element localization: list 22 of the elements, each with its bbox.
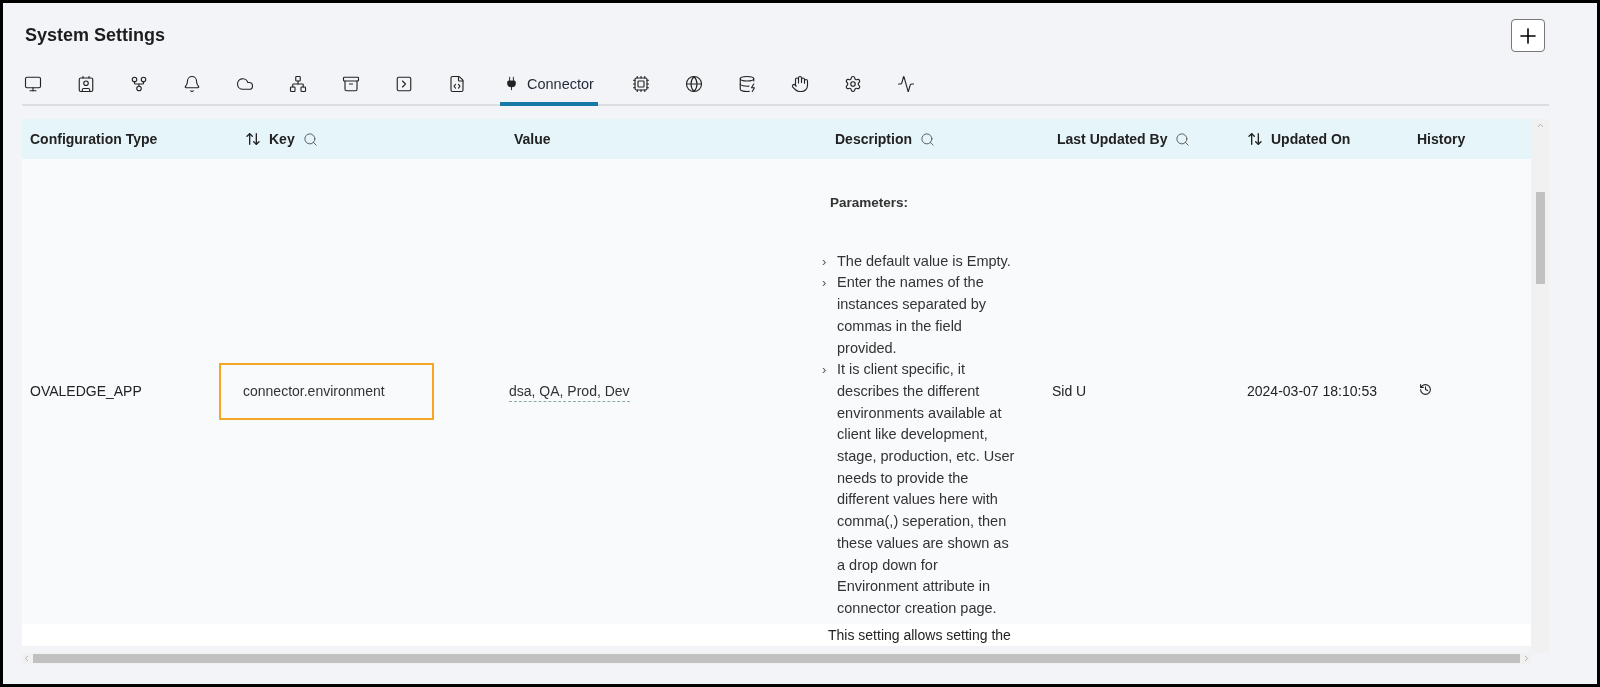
table-cell-text: 2024-03-07 18:10:53 bbox=[1246, 383, 1378, 400]
column-header: History bbox=[1417, 131, 1466, 147]
list-marker: › bbox=[822, 274, 828, 293]
column-header: Configuration Type bbox=[30, 131, 158, 147]
table-cell-text: OVALEDGE_APP bbox=[29, 383, 143, 400]
list-marker: › bbox=[822, 361, 828, 380]
value-text[interactable]: dsa, QA, Prod, Dev bbox=[509, 383, 630, 403]
column-header: Key bbox=[269, 131, 295, 147]
page-title: System Settings bbox=[25, 25, 166, 46]
column-header: Last Updated By bbox=[1057, 131, 1168, 147]
key-cell: connector.environment bbox=[219, 362, 434, 420]
column-header: Updated On bbox=[1271, 131, 1351, 147]
description-item: Enter the names of the instances separated by commas in the field provided. bbox=[837, 273, 988, 358]
column-header: Description bbox=[835, 131, 912, 147]
description-heading: Parameters: bbox=[830, 194, 910, 212]
description-item: The default value is Empty. bbox=[837, 251, 1012, 271]
description-text: This setting allows setting the bbox=[827, 625, 1012, 645]
list-marker: › bbox=[822, 252, 828, 271]
table-cell-text: Sid U bbox=[1051, 383, 1088, 400]
description-item: It is client specific, it describes the different environments available at client like development, stage, production, etc. User needs to provide the different values here with comma(,) seperation, then these values are shown as a drop down for Environment attribute in connector creation page. bbox=[837, 360, 1016, 618]
column-header: Value bbox=[514, 131, 551, 147]
settings-tab[interactable]: Connector bbox=[500, 65, 598, 106]
